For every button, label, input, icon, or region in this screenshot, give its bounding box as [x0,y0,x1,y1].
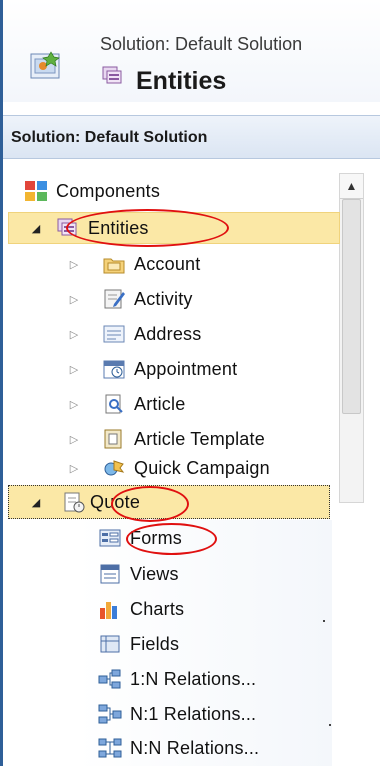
expand-arrow-icon[interactable]: ▷ [66,258,82,271]
tree-item-components[interactable]: Components [24,176,160,206]
collapse-arrow-icon[interactable]: ◢ [28,222,44,235]
account-icon [103,258,125,274]
expand-arrow-icon[interactable]: ▷ [66,398,82,411]
tree-item-quick-campaign[interactable]: ▷ Quick Campaign [66,453,270,483]
tree-item-label: Appointment [134,358,238,379]
tree-item-label: Activity [134,288,193,309]
tree-item-label: N:N Relations... [130,737,260,758]
expand-arrow-icon[interactable]: ▷ [66,363,82,376]
annotation-oval-quote [111,486,189,522]
tree-item-label: Quick Campaign [134,457,270,478]
separator-dot [323,620,325,622]
expand-arrow-icon[interactable]: ▷ [66,328,82,341]
tree-item-label: Charts [130,598,185,619]
annotation-oval-forms [126,523,217,555]
tree-item-label: Article [134,393,186,414]
collapse-arrow-icon[interactable]: ◢ [28,496,44,509]
tree-item-1n-relationships[interactable]: 1:N Relations... [98,664,256,694]
tree-item-views[interactable]: Views [98,559,179,589]
article-template-icon [104,429,122,449]
expand-arrow-icon[interactable]: ▷ [66,462,82,475]
vertical-scrollbar[interactable]: ▲ [339,173,364,503]
scroll-up-arrow-icon[interactable]: ▲ [340,174,363,199]
header-subtitle: Solution: Default Solution [100,34,303,54]
entities-icon [102,66,122,84]
quote-icon [64,492,85,513]
tree-item-n1-relationships[interactable]: N:1 Relations... [98,699,256,729]
relation-1n-icon [98,669,121,689]
tree-item-label: Account [134,253,201,274]
relation-n1-icon [98,704,122,724]
tree-item-label: Fields [130,633,180,654]
activity-icon [104,289,125,309]
components-icon [25,181,47,201]
tree-item-article[interactable]: ▷ Article [66,389,185,419]
page-header: Solution: Default Solution Entities [3,0,380,102]
tree-item-address[interactable]: ▷ Address [66,319,201,349]
tree-item-label: Views [130,563,179,584]
solution-icon [30,51,60,79]
article-icon [105,394,123,414]
tree-item-fields[interactable]: Fields [98,629,179,659]
fields-icon [100,635,120,653]
charts-icon [100,602,117,619]
expand-arrow-icon[interactable]: ▷ [66,293,82,306]
quick-campaign-icon [104,460,125,476]
forms-icon [99,529,121,547]
tree-item-charts[interactable]: Charts [98,594,184,624]
views-icon [100,564,120,584]
expand-arrow-icon[interactable]: ▷ [66,433,82,446]
address-icon [103,325,125,343]
appointment-icon [103,360,125,379]
tree-item-label: 1:N Relations... [130,668,257,689]
separator-dot [329,724,331,726]
tree-item-label: Article Template [134,428,265,449]
tree-item-label: Components [56,180,161,201]
tree-item-nn-relationships[interactable]: N:N Relations... [98,733,259,763]
tree-item-label: N:1 Relations... [130,703,257,724]
scroll-thumb[interactable] [342,199,361,414]
tree-item-appointment[interactable]: ▷ Appointment [66,354,237,384]
annotation-oval-entities [66,209,229,247]
page-title: Entities [136,67,227,95]
tree-item-account[interactable]: ▷ Account [66,249,200,279]
tree-item-activity[interactable]: ▷ Activity [66,284,193,314]
solution-panel-title: Solution: Default Solution [3,115,380,159]
tree-item-label: Address [134,323,202,344]
tree-item-article-template[interactable]: ▷ Article Template [66,424,265,454]
relation-nn-icon [98,738,122,758]
